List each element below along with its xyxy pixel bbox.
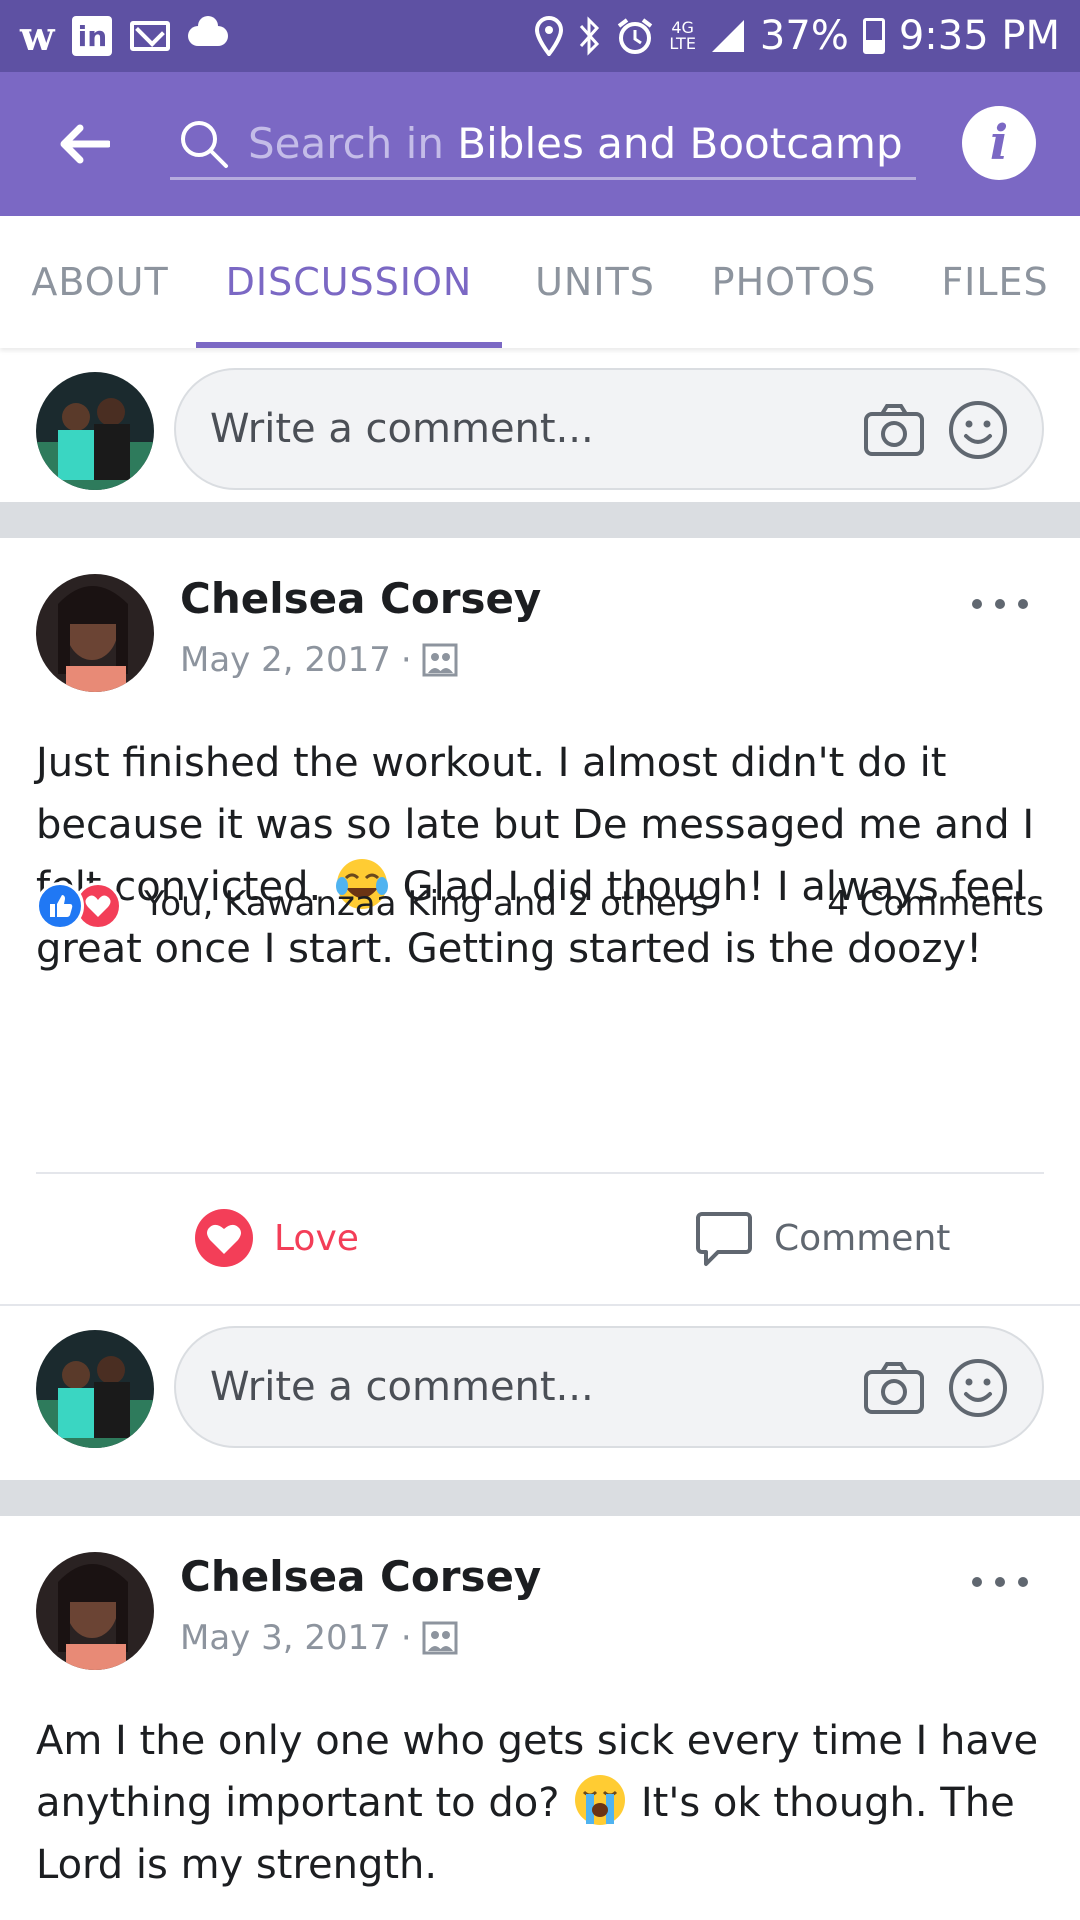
comment-label: Comment (774, 1217, 951, 1259)
back-button[interactable] (48, 108, 120, 180)
tab-files[interactable]: FILES (930, 216, 1060, 348)
post-author[interactable]: Chelsea Corsey (180, 1552, 541, 1601)
reaction-icons (36, 882, 136, 932)
avatar[interactable] (36, 372, 154, 490)
search-input[interactable]: Search in Bibles and Bootcamp (170, 110, 916, 180)
post-options-button[interactable] (972, 1572, 1028, 1592)
status-bar: w in 4G LTE 37% 9:35 PM (0, 0, 1080, 72)
post-body: Am I the only one who gets sick every ti… (36, 1710, 1046, 1896)
dot-icon (1018, 599, 1028, 609)
reactions-text: You, Kawanzaa King and 2 others (144, 884, 709, 924)
meta-separator: · (400, 640, 412, 680)
tab-about[interactable]: ABOUT (30, 216, 170, 348)
dot-icon (972, 599, 982, 609)
group-privacy-icon (422, 1621, 458, 1655)
feed-separator (0, 502, 1080, 538)
user-avatar-image (36, 372, 154, 490)
system-icons: 4G LTE 37% 9:35 PM (535, 13, 1060, 59)
user-avatar-image (36, 1330, 154, 1448)
avatar[interactable] (36, 574, 154, 692)
post-date[interactable]: May 3, 2017 (180, 1618, 391, 1658)
feed-separator (0, 1480, 1080, 1516)
camera-icon[interactable] (864, 404, 924, 456)
post-meta: May 3, 2017 · (180, 1618, 458, 1658)
comment-button[interactable]: Comment (694, 1174, 950, 1302)
tab-discussion[interactable]: DISCUSSION (196, 216, 502, 348)
heart-icon (195, 1209, 253, 1267)
author-avatar-image (36, 1552, 154, 1670)
search-header: Search in Bibles and Bootcamp i (0, 72, 1080, 216)
comment-composer: Write a comment... (0, 1306, 1080, 1458)
post-meta: May 2, 2017 · (180, 640, 458, 680)
mail-icon (130, 21, 171, 51)
dot-icon (972, 1577, 982, 1587)
feed-post: Chelsea Corsey May 3, 2017 · Am I the on… (0, 1516, 1080, 1920)
feed-post: Chelsea Corsey May 2, 2017 · Just finish… (0, 538, 1080, 1304)
group-tabs: ABOUT DISCUSSION UNITS PHOTOS FILES (0, 216, 1080, 348)
search-placeholder: Search in Bibles and Bootcamp (248, 119, 903, 168)
dot-icon (1018, 1577, 1028, 1587)
group-name: Bibles and Bootcamp (457, 119, 903, 168)
love-label: Love (274, 1217, 359, 1259)
active-tab-indicator (196, 342, 502, 348)
camera-icon[interactable] (864, 1362, 924, 1414)
comment-composer: Write a comment... (0, 348, 1080, 500)
avatar[interactable] (36, 1330, 154, 1448)
comment-placeholder: Write a comment... (210, 406, 594, 452)
back-arrow-icon (60, 124, 110, 164)
location-icon (535, 16, 564, 56)
meta-separator: · (400, 1618, 412, 1658)
notification-icons: w in (20, 12, 229, 60)
reactions-summary[interactable]: You, Kawanzaa King and 2 others 4 Commen… (0, 876, 1080, 936)
post-author[interactable]: Chelsea Corsey (180, 574, 541, 623)
comment-input[interactable]: Write a comment... (174, 1326, 1044, 1448)
clock: 9:35 PM (898, 13, 1060, 59)
group-privacy-icon (422, 643, 458, 677)
tab-units[interactable]: UNITS (530, 216, 660, 348)
love-button[interactable]: Love (194, 1174, 359, 1302)
info-icon: i (989, 115, 1009, 171)
emoji-icon[interactable] (948, 400, 1008, 460)
post-body: Just finished the workout. I almost didn… (36, 732, 1046, 980)
post-options-button[interactable] (972, 594, 1028, 614)
comment-icon (696, 1212, 752, 1266)
cloud-icon (188, 16, 229, 46)
info-button[interactable]: i (962, 106, 1036, 180)
alarm-icon (618, 18, 653, 54)
emoji-icon[interactable] (948, 1358, 1008, 1418)
author-avatar-image (36, 574, 154, 692)
battery-icon (862, 18, 885, 54)
signal-icon (711, 20, 744, 52)
search-icon (181, 120, 228, 168)
avatar[interactable] (36, 1552, 154, 1670)
linkedin-icon: in (72, 16, 113, 56)
wattpad-icon: w (20, 12, 55, 60)
like-reaction-icon (36, 882, 84, 930)
post-date[interactable]: May 2, 2017 (180, 640, 391, 680)
battery-percent: 37% (759, 13, 849, 59)
dot-icon (995, 1577, 1005, 1587)
comments-count[interactable]: 4 Comments (827, 884, 1044, 924)
comment-input[interactable]: Write a comment... (174, 368, 1044, 490)
bluetooth-icon (580, 16, 600, 56)
comment-placeholder: Write a comment... (210, 1364, 594, 1410)
post-actions: Love Comment (0, 1174, 1080, 1302)
lte-icon: 4G LTE (669, 18, 696, 53)
loudly-crying-face-icon (575, 1775, 626, 1825)
dot-icon (995, 599, 1005, 609)
search-prefix: Search in (248, 119, 458, 168)
tab-photos[interactable]: PHOTOS (712, 216, 876, 348)
